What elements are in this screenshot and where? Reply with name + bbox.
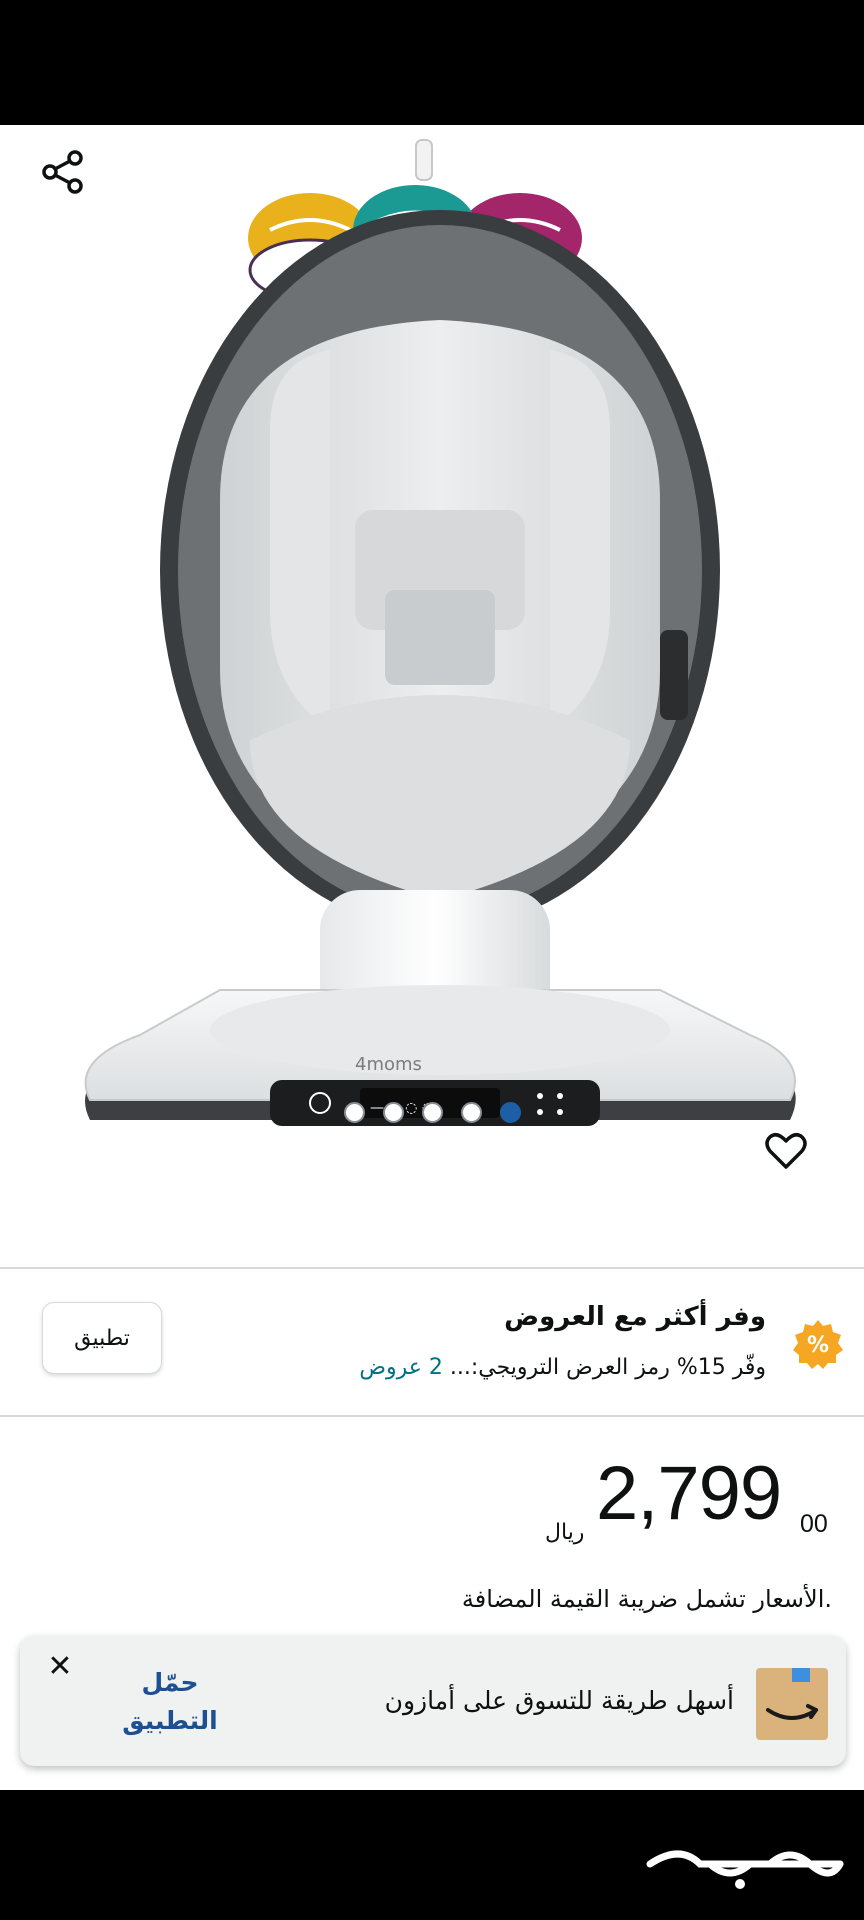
amazon-app-icon [756,1668,828,1740]
gallery-pagination [0,1102,864,1128]
offers-subtitle-text: وفّر 15% رمز العرض الترويجي:... [442,1355,766,1380]
offers-link[interactable]: 2 عروض [359,1355,442,1380]
app-banner-message: أسهل طريقة للتسوق على أمازون [384,1686,734,1715]
product-image-baby-swing[interactable]: — ◡ ◌ ◌ 4moms [70,130,800,1180]
wishlist-button[interactable] [760,1125,812,1177]
status-bar-area [0,0,864,125]
apply-offer-button[interactable]: تطبيق [42,1302,162,1374]
gallery-dot-active[interactable] [499,1102,521,1123]
vat-note: .الأسعار تشمل ضريبة القيمة المضافة [461,1585,832,1613]
gallery-dot[interactable] [343,1102,365,1123]
heart-icon [765,1133,807,1169]
svg-text:%: % [807,1333,829,1358]
haraj-watermark-logo [646,1850,844,1889]
download-line-2: التطبيق [122,1706,218,1735]
price-fraction: 00 [800,1510,828,1538]
download-line-1: حمّل [141,1668,199,1697]
price-whole: 2,799 [596,1451,782,1536]
divider-offers-bottom [0,1415,864,1417]
brand-logo-text: 4moms [355,1054,422,1075]
divider-offers-top [0,1267,864,1269]
gallery-dot[interactable] [460,1102,482,1123]
download-app-button[interactable]: حمّل التطبيق [100,1664,240,1740]
gallery-dot[interactable] [421,1102,443,1123]
offers-subtitle: وفّر 15% رمز العرض الترويجي:... 2 عروض [359,1355,766,1380]
close-banner-button[interactable]: ✕ [40,1646,80,1686]
percent-badge-icon: % [793,1320,843,1369]
offers-title: وفر أكثر مع العروض [504,1302,766,1332]
app-download-banner[interactable]: ✕ حمّل التطبيق أسهل طريقة للتسوق على أما… [20,1636,846,1766]
gallery-dot[interactable] [382,1102,404,1123]
price-currency: ريال [545,1520,585,1545]
product-page: — ◡ ◌ ◌ 4moms [0,125,864,1790]
